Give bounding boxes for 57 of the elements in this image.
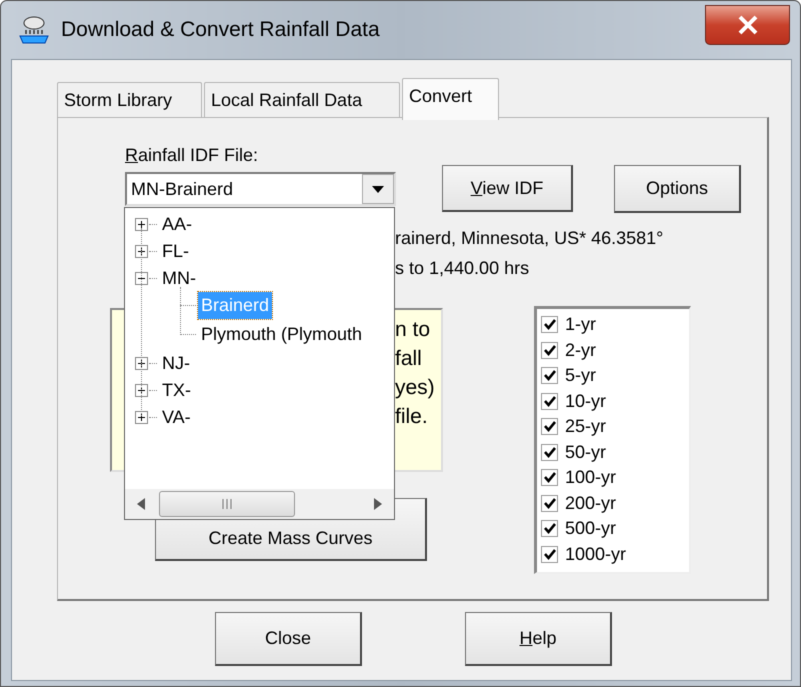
field-label: Rainfall IDF File: <box>125 144 258 167</box>
collapse-icon[interactable] <box>135 272 148 284</box>
checkbox[interactable] <box>541 546 558 563</box>
options-button[interactable]: Options <box>614 165 741 213</box>
checkbox-label: 10-yr <box>565 390 606 413</box>
tree-item[interactable]: NJ- <box>159 350 193 376</box>
checkbox-label: 200-yr <box>565 492 616 515</box>
info-text: rainerd, Minnesota, US* 46.3581° <box>395 227 664 250</box>
tab[interactable]: Convert <box>402 78 499 120</box>
checkbox[interactable] <box>541 469 558 486</box>
scroll-left-icon[interactable] <box>137 498 145 510</box>
info-text: s to 1,440.00 hrs <box>395 257 530 280</box>
view-button[interactable]: View IDF <box>442 165 573 212</box>
checkbox-label: 100-yr <box>565 466 616 490</box>
checkbox-label: 50-yr <box>565 440 606 464</box>
expand-icon[interactable] <box>135 410 148 424</box>
tree-item[interactable]: TX- <box>159 376 194 404</box>
checkbox-label: 1000-yr <box>565 542 626 566</box>
checkbox-label: 500-yr <box>565 517 616 540</box>
close-dialog-button[interactable]: Close <box>215 612 362 666</box>
checkbox-label: 25-yr <box>565 415 606 438</box>
note-text: yes) <box>395 375 435 401</box>
expand-icon[interactable] <box>135 356 148 370</box>
checkbox-label: 2-yr <box>565 338 596 362</box>
tree-item[interactable]: VA- <box>159 404 194 430</box>
caret-icon <box>372 186 384 192</box>
tree-item[interactable]: Plymouth (Plymouth <box>198 320 366 348</box>
window-title: Download & Convert Rainfall Data <box>61 17 380 44</box>
tree-item[interactable]: FL- <box>159 238 192 264</box>
checkbox-label: 1-yr <box>565 313 596 336</box>
tab[interactable]: Storm Library <box>57 82 202 118</box>
file-dropdown[interactable]: MN-Brainerd <box>125 172 396 206</box>
expand-icon[interactable] <box>135 384 148 396</box>
checkbox[interactable] <box>541 444 558 461</box>
scroll-right-icon[interactable] <box>374 498 382 510</box>
note-text: file. <box>395 404 428 430</box>
checkbox[interactable] <box>541 418 558 436</box>
close-button[interactable] <box>705 5 790 45</box>
expand-icon[interactable] <box>135 244 148 258</box>
checkbox-label: 5-yr <box>565 364 596 388</box>
horizontal-scrollbar[interactable] <box>125 489 394 519</box>
tree-item[interactable]: AA- <box>159 210 196 238</box>
tab[interactable]: Local Rainfall Data <box>204 82 400 118</box>
scrollbar-thumb[interactable] <box>159 491 295 517</box>
tree-item[interactable]: MN- <box>159 264 199 292</box>
app-icon <box>17 15 51 45</box>
expand-icon[interactable] <box>135 218 148 230</box>
checkbox[interactable] <box>541 342 558 359</box>
checkbox[interactable] <box>541 494 558 512</box>
note-text: n to <box>395 317 430 343</box>
checkbox[interactable] <box>541 316 558 334</box>
help-button[interactable]: Help <box>465 612 612 666</box>
checkbox[interactable] <box>541 392 558 410</box>
checkbox[interactable] <box>541 520 558 538</box>
note-text: fall <box>395 346 422 372</box>
close-icon <box>736 15 758 35</box>
checkbox[interactable] <box>541 367 558 384</box>
